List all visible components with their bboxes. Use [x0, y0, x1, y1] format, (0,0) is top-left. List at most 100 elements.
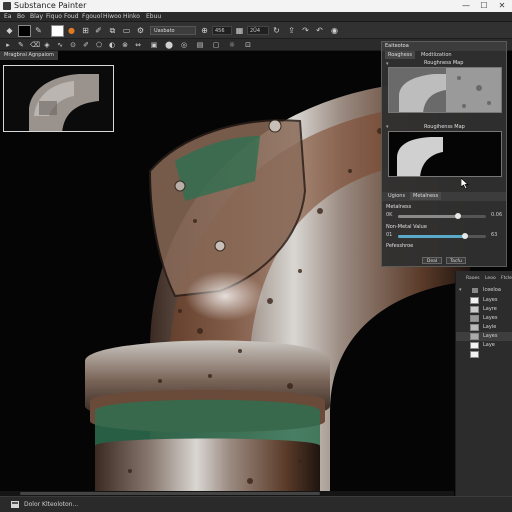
- layer-row[interactable]: [456, 350, 512, 359]
- menu-item[interactable]: Bo: [17, 13, 25, 20]
- settings-icon[interactable]: ⚙: [135, 25, 146, 36]
- bake-icon[interactable]: ⊗: [121, 41, 129, 49]
- polygon-icon[interactable]: ⬠: [95, 41, 103, 49]
- window-title: Substance Painter: [14, 1, 87, 10]
- fill-icon[interactable]: ●: [66, 25, 77, 36]
- menu-item[interactable]: Foud: [64, 13, 79, 20]
- projection-icon[interactable]: ◈: [43, 41, 51, 49]
- preset-dropdown[interactable]: Uasbato: [150, 26, 196, 35]
- roughness-map2-label: Rougihenss Map: [424, 124, 465, 130]
- menu-item[interactable]: Hinko: [123, 13, 140, 20]
- grid-icon[interactable]: ▦: [234, 25, 245, 36]
- metalness-slider[interactable]: [398, 213, 486, 219]
- size-field[interactable]: 456: [212, 26, 232, 35]
- viewport-scrollbar[interactable]: [0, 491, 454, 496]
- metalness-knob[interactable]: [455, 213, 461, 219]
- tab-regions[interactable]: Ugions: [385, 192, 408, 200]
- roughness-map2-image: [389, 132, 501, 176]
- maximize-button[interactable]: ☐: [475, 0, 493, 12]
- layer-thumbnail: [470, 306, 479, 313]
- roughness-map2-preview[interactable]: [388, 131, 502, 177]
- collapse-icon[interactable]: ▾: [386, 124, 389, 130]
- layer-row-selected[interactable]: Layes: [456, 332, 512, 341]
- spacing-field[interactable]: 2Ü4: [247, 26, 269, 35]
- primary-color-swatch[interactable]: [18, 25, 31, 37]
- camera-mode-icon[interactable]: ⊡: [244, 41, 252, 49]
- paint-bucket-icon[interactable]: ◆: [4, 25, 15, 36]
- menu-item[interactable]: Ebuu: [146, 13, 161, 20]
- menu-bar: Ea Bo Blay Fiquo Foud Fgouol Hiwoo Hinko…: [0, 12, 512, 22]
- alpha-icon[interactable]: ◎: [180, 41, 188, 49]
- layers-icon[interactable]: ⧉: [107, 25, 118, 36]
- light-icon[interactable]: ☼: [228, 41, 236, 49]
- properties-panel: Eaiteotoa Roaghess Modtiization ▾ Roughn…: [381, 41, 507, 267]
- layer-name: Layes: [483, 297, 498, 303]
- chevron-down-icon[interactable]: ▾: [459, 287, 462, 293]
- layer-name: Layre: [483, 306, 497, 312]
- nonmetal-fill: [398, 235, 465, 238]
- paint-icon[interactable]: ✎: [17, 41, 25, 49]
- folder-icon[interactable]: ▭: [121, 25, 132, 36]
- tab-roughness[interactable]: Roaghess: [385, 51, 416, 59]
- brush-icon[interactable]: ✎: [33, 25, 44, 36]
- lock-icon[interactable]: ▣: [150, 41, 158, 49]
- layer-thumbnail: [470, 342, 479, 349]
- tab-leoo[interactable]: Leoo: [485, 275, 496, 283]
- nonmetal-slider[interactable]: [398, 233, 486, 239]
- viewport-thumbnail[interactable]: [3, 65, 114, 132]
- tab-ftcle[interactable]: Ftcle: [501, 275, 512, 283]
- layers-panel: Raoes Leoo Ftcle ▾ Iceeloa Layes Layre L…: [455, 271, 512, 496]
- camera-icon[interactable]: ◉: [329, 25, 340, 36]
- apply-button[interactable]: Tacfu: [446, 257, 466, 264]
- viewport-tab[interactable]: Mragbnsi Agnpaiom: [0, 51, 58, 60]
- menu-item[interactable]: Fgouol: [82, 13, 102, 20]
- layer-group-row[interactable]: ▾ Iceeloa: [456, 286, 512, 295]
- properties-header: Eaiteotoa: [382, 42, 506, 51]
- menu-item[interactable]: Fiquo: [46, 13, 62, 20]
- ok-button[interactable]: Deal: [422, 257, 442, 264]
- display-icon[interactable]: ▢: [212, 41, 220, 49]
- smudge-icon[interactable]: ∿: [56, 41, 64, 49]
- tab-modification[interactable]: Modtiization: [418, 51, 455, 59]
- layer-row[interactable]: Layes: [456, 296, 512, 305]
- secondary-color-swatch[interactable]: [51, 25, 64, 37]
- material-icon[interactable]: ▤: [196, 41, 204, 49]
- layer-thumbnail: [470, 351, 479, 358]
- redo-icon[interactable]: ↷: [300, 25, 311, 36]
- clone-icon[interactable]: ⊙: [69, 41, 77, 49]
- roughness-map-label: Roughness Map: [424, 60, 464, 66]
- menu-item[interactable]: Blay: [30, 13, 43, 20]
- picker-icon[interactable]: ✐: [82, 41, 90, 49]
- tab-layers[interactable]: Raoes: [466, 275, 480, 283]
- dropper-icon[interactable]: ✐: [93, 25, 104, 36]
- layer-thumbnail: [470, 297, 479, 304]
- nonmetal-min: 01: [386, 232, 393, 238]
- minimize-button[interactable]: —: [457, 0, 475, 12]
- nonmetal-knob[interactable]: [462, 233, 468, 239]
- undo-icon[interactable]: ↶: [314, 25, 325, 36]
- rotate-icon[interactable]: ↻: [271, 25, 282, 36]
- tab-metalness[interactable]: Metalness: [410, 192, 442, 200]
- layer-row[interactable]: Layre: [456, 305, 512, 314]
- status-bar: Dolor Klteoloton...: [0, 496, 512, 512]
- thumbnail-render: [29, 74, 99, 131]
- menu-item[interactable]: Ea: [4, 13, 11, 20]
- layer-row[interactable]: Layie: [456, 323, 512, 332]
- mask-icon[interactable]: ◐: [108, 41, 116, 49]
- select-icon[interactable]: ▸: [4, 41, 12, 49]
- scrollbar-thumb[interactable]: [20, 492, 320, 495]
- target-icon[interactable]: ⊕: [199, 25, 210, 36]
- menu-item[interactable]: Hiwoo: [103, 13, 121, 20]
- roughness-map-preview[interactable]: [388, 67, 502, 113]
- layer-name: Layes: [483, 315, 498, 321]
- eraser-icon[interactable]: ⌫: [30, 41, 40, 49]
- layer-thumbnail: [470, 315, 479, 322]
- stamp-icon[interactable]: ⊞: [80, 25, 91, 36]
- layer-row[interactable]: Laye: [456, 341, 512, 350]
- close-button[interactable]: ✕: [493, 0, 511, 12]
- layer-thumbnail: [470, 324, 479, 331]
- export-icon[interactable]: ⇪: [286, 25, 297, 36]
- symmetry-icon[interactable]: ⇔: [134, 41, 142, 49]
- brush-preset-icon[interactable]: ⬤: [165, 41, 173, 49]
- layer-row[interactable]: Layes: [456, 314, 512, 323]
